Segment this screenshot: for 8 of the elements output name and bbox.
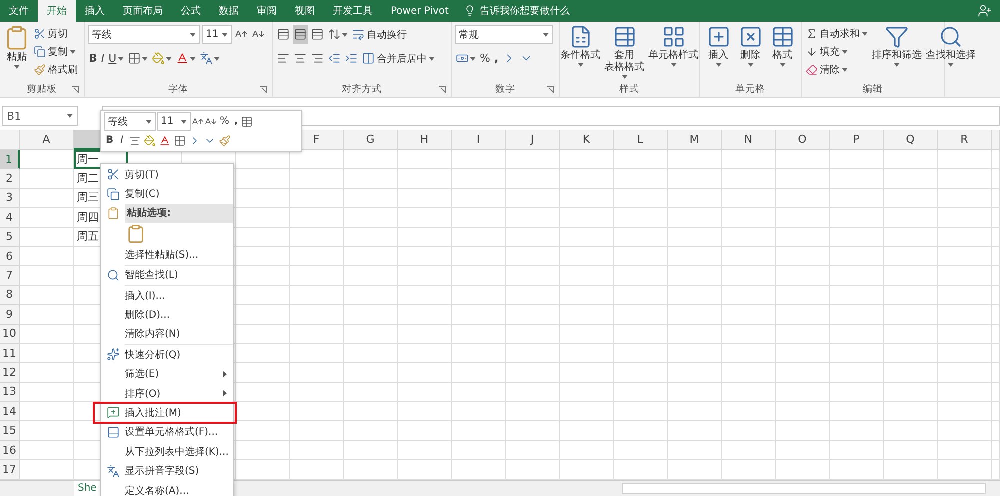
group-label: 单元格 [736, 82, 766, 96]
group-label: 对齐方式 [342, 82, 382, 96]
group-label: 样式 [620, 82, 640, 96]
menu-section-header: 粘贴选项: [125, 204, 233, 224]
group-label: 字体 [168, 82, 188, 96]
group-label: 剪贴板 [27, 82, 57, 96]
group-label: 数字 [496, 82, 516, 96]
group-label: 编辑 [863, 82, 883, 96]
